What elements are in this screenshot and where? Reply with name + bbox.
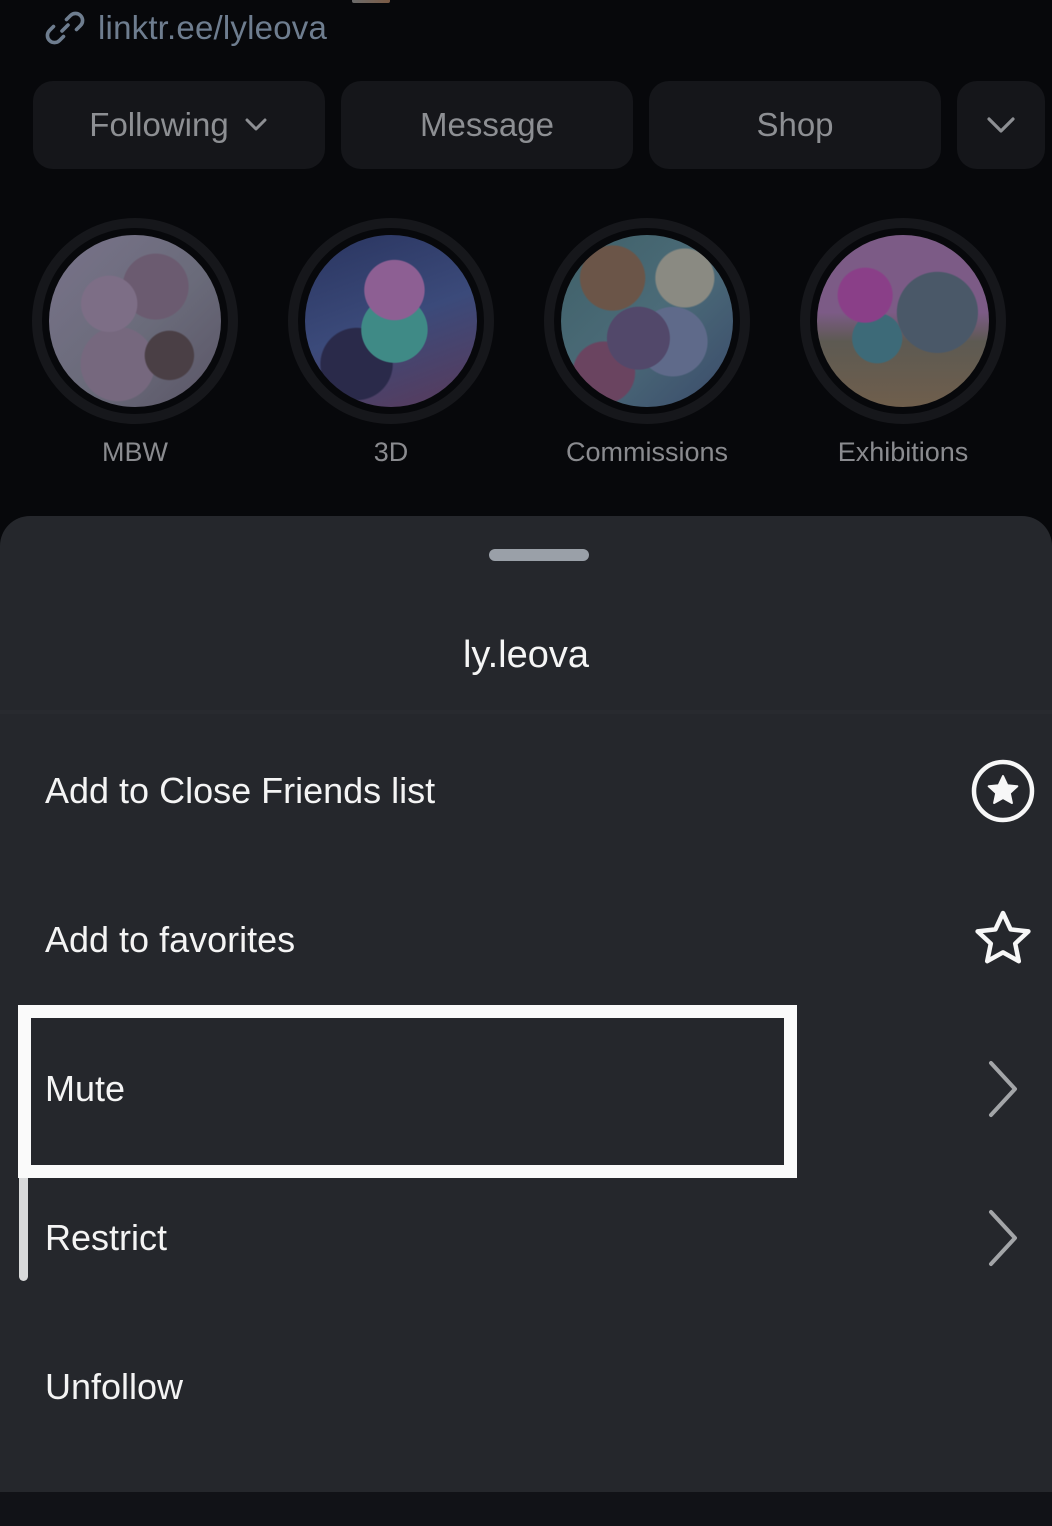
options-bottom-sheet: ly.leova Add to Close Friends list Add t… <box>0 516 1052 1492</box>
highlight-cover-image <box>561 235 733 407</box>
sheet-drag-handle[interactable] <box>489 549 589 561</box>
sheet-title: ly.leova <box>462 634 590 676</box>
following-button[interactable]: Following <box>33 81 325 169</box>
story-highlights: MBW 3D Commissions Exhibitions <box>30 218 1030 478</box>
highlight-item[interactable]: 3D <box>286 218 496 468</box>
menu-item-label: Unfollow <box>45 1365 184 1407</box>
profile-link-text[interactable]: linktr.ee/lyleova <box>98 9 327 47</box>
profile-link[interactable]: linktr.ee/lyleova <box>44 5 327 51</box>
profile-action-buttons: Following Message Shop <box>33 81 1045 169</box>
highlight-item[interactable]: Exhibitions <box>798 218 1008 468</box>
profile-background: linktr.ee/lyleova Following Message Shop <box>0 0 1052 530</box>
menu-item-unfollow[interactable]: Unfollow <box>0 1312 1052 1461</box>
screen: linktr.ee/lyleova Following Message Shop <box>0 0 1052 1526</box>
menu-item-add-favorites[interactable]: Add to favorites <box>0 865 1052 1014</box>
menu-item-label: Add to favorites <box>45 918 296 960</box>
link-icon <box>45 11 85 45</box>
shop-button[interactable]: Shop <box>649 81 941 169</box>
highlight-item[interactable]: MBW <box>30 218 240 468</box>
highlight-item[interactable]: Commissions <box>542 218 752 468</box>
more-options-button[interactable] <box>957 81 1045 169</box>
highlight-ring <box>32 218 238 424</box>
message-button[interactable]: Message <box>341 81 633 169</box>
divider <box>0 710 1052 714</box>
menu-item-add-close-friends[interactable]: Add to Close Friends list <box>0 716 1052 865</box>
chevron-right-icon <box>970 1056 1036 1122</box>
menu-item-restrict[interactable]: Restrict <box>0 1163 1052 1312</box>
highlight-label: Commissions <box>565 437 729 467</box>
following-label: Following <box>89 106 229 143</box>
menu-item-label: Add to Close Friends list <box>45 769 436 811</box>
chevron-down-icon <box>987 117 1015 133</box>
options-menu: Add to Close Friends list Add to favorit… <box>0 716 1052 1461</box>
highlight-cover-image <box>817 235 989 407</box>
highlight-label: Exhibitions <box>837 437 969 467</box>
chevron-down-icon <box>245 118 267 131</box>
highlight-label: MBW <box>102 437 168 467</box>
shop-label: Shop <box>756 106 834 143</box>
partial-image-edge <box>352 0 390 3</box>
star-outline-icon <box>970 907 1036 973</box>
system-navigation-bar <box>0 1492 1052 1526</box>
chevron-right-icon <box>970 1205 1036 1271</box>
highlight-cover-image <box>305 235 477 407</box>
highlight-cover-image <box>49 235 221 407</box>
close-friends-star-circle-icon <box>970 758 1036 824</box>
menu-item-label: Mute <box>45 1067 126 1109</box>
message-label: Message <box>420 106 554 143</box>
menu-item-label: Restrict <box>45 1216 168 1258</box>
highlight-label: 3D <box>373 437 409 467</box>
highlight-ring <box>800 218 1006 424</box>
menu-item-mute[interactable]: Mute <box>0 1014 1052 1163</box>
highlight-ring <box>544 218 750 424</box>
highlight-ring <box>288 218 494 424</box>
